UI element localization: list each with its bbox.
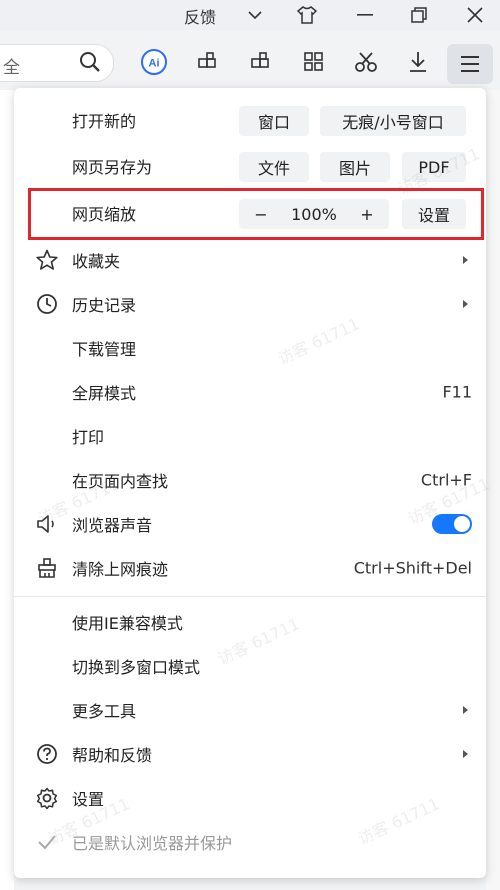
close-icon[interactable] — [462, 2, 488, 28]
menu-item-history[interactable]: 历史记录 — [14, 284, 486, 324]
default-browser-label: 已是默认浏览器并保护 — [72, 834, 233, 853]
download-icon[interactable] — [402, 46, 434, 78]
fullscreen-shortcut: F11 — [442, 382, 472, 402]
title-bar: 反馈 — [0, 0, 500, 30]
menu-item-favorites[interactable]: 收藏夹 — [14, 240, 486, 280]
scissors-icon[interactable] — [350, 46, 382, 78]
open-new-label: 打开新的 — [72, 112, 137, 131]
star-icon — [34, 247, 60, 273]
submenu-arrow-icon — [463, 256, 468, 264]
print-label: 打印 — [72, 428, 105, 447]
apps-icon[interactable] — [245, 46, 277, 78]
submenu-arrow-icon — [463, 300, 468, 308]
new-incognito-window-button[interactable]: 无痕/小号窗口 — [320, 106, 466, 136]
menu-item-fullscreen[interactable]: 全屏模式 F11 — [14, 372, 486, 412]
multi-window-label: 切换到多窗口模式 — [72, 658, 201, 677]
menu-item-print[interactable]: 打印 — [14, 416, 486, 456]
search-icon[interactable] — [74, 46, 106, 78]
more-tools-label: 更多工具 — [72, 702, 137, 721]
downloads-label: 下载管理 — [72, 340, 137, 359]
menu-item-more-tools[interactable]: 更多工具 — [14, 690, 486, 730]
menu-item-help[interactable]: 帮助和反馈 — [14, 734, 486, 774]
toolbar: 全 Ai — [0, 30, 500, 90]
menu-open-new: 打开新的 窗口 无痕/小号窗口 — [14, 100, 486, 140]
help-icon — [34, 741, 60, 767]
grid-icon[interactable] — [298, 46, 330, 78]
minimize-icon[interactable] — [352, 2, 378, 28]
menu-item-clear-history[interactable]: 清除上网痕迹 Ctrl+Shift+Del — [14, 548, 486, 588]
clock-icon — [34, 291, 60, 317]
zoom-highlight-box — [28, 188, 484, 240]
shirt-icon[interactable] — [294, 2, 320, 28]
save-as-label: 网页另存为 — [72, 158, 153, 177]
address-text: 全 — [3, 58, 20, 78]
save-as-file-button[interactable]: 文件 — [239, 152, 309, 182]
restore-icon[interactable] — [406, 2, 432, 28]
ai-icon-text: Ai — [149, 58, 160, 70]
gear-icon — [34, 785, 60, 811]
fullscreen-label: 全屏模式 — [72, 384, 137, 403]
main-menu-button[interactable] — [447, 44, 493, 84]
history-label: 历史记录 — [72, 296, 137, 315]
menu-item-downloads[interactable]: 下载管理 — [14, 328, 486, 368]
submenu-arrow-icon — [463, 706, 468, 714]
clear-history-shortcut: Ctrl+Shift+Del — [353, 558, 472, 578]
favorites-label: 收藏夹 — [72, 252, 121, 271]
ie-compat-label: 使用IE兼容模式 — [72, 614, 183, 633]
help-label: 帮助和反馈 — [72, 746, 153, 765]
feedback-link[interactable]: 反馈 — [184, 4, 216, 28]
toggle-knob — [454, 516, 470, 532]
new-window-button[interactable]: 窗口 — [239, 106, 309, 136]
clear-history-label: 清除上网痕迹 — [72, 560, 169, 579]
broom-icon — [34, 555, 60, 581]
chevron-down-icon[interactable] — [242, 2, 268, 28]
hamburger-icon — [461, 56, 479, 72]
submenu-arrow-icon — [463, 750, 468, 758]
extension-icon[interactable] — [192, 46, 224, 78]
ai-assistant-icon[interactable]: Ai — [138, 46, 170, 78]
browser-sound-label: 浏览器声音 — [72, 516, 153, 535]
page-background-left — [0, 90, 14, 890]
save-as-image-button[interactable]: 图片 — [320, 152, 390, 182]
menu-divider — [14, 596, 486, 597]
